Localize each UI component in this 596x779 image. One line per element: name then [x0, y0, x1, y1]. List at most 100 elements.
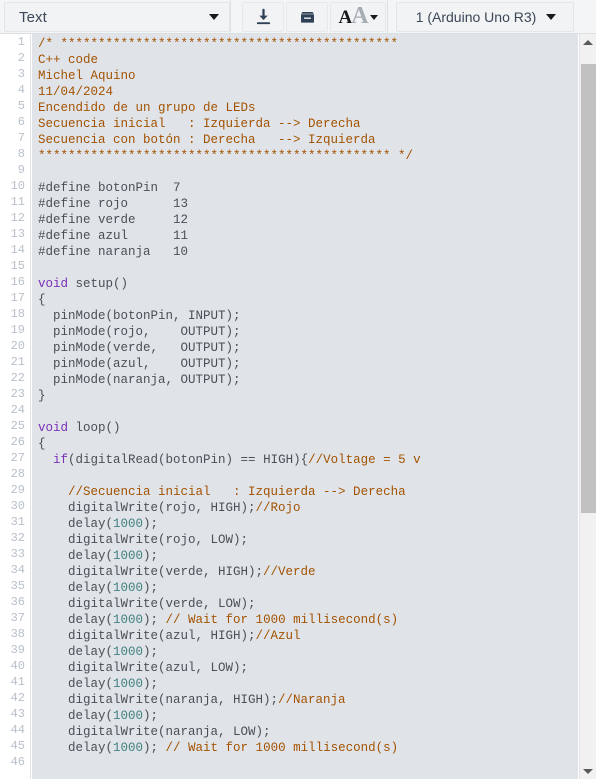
code-token-pln: digitalWrite(verde, HIGH); — [38, 565, 264, 579]
code-token-kw: void — [38, 421, 69, 435]
code-line: 11/04/2024 — [38, 85, 113, 99]
code-line: void setup() — [38, 277, 128, 291]
download-icon — [256, 8, 270, 24]
source-code[interactable]: /* *************************************… — [32, 34, 578, 756]
archive-button[interactable] — [286, 2, 328, 32]
line-number: 6 — [17, 115, 25, 129]
line-number: 15 — [10, 259, 25, 273]
code-line: void loop() — [38, 421, 121, 435]
code-line: ****************************************… — [38, 149, 413, 163]
code-line: pinMode(naranja, OUTPUT); — [38, 373, 241, 387]
code-line: { — [38, 293, 46, 307]
line-number: 12 — [10, 211, 25, 225]
code-token-pln: } — [38, 389, 46, 403]
code-token-kw: if — [53, 453, 69, 467]
triangle-down-icon — [583, 768, 593, 774]
code-token-pln: delay( — [38, 645, 114, 659]
chevron-down-icon — [209, 14, 219, 20]
line-number: 11 — [10, 195, 25, 209]
code-token-pln: delay( — [38, 581, 114, 595]
line-number: 40 — [10, 659, 25, 673]
code-token-pln: digitalWrite(verde, LOW); — [38, 597, 256, 611]
line-number: 22 — [10, 371, 25, 385]
line-number: 1 — [17, 35, 25, 49]
code-token-pln: delay( — [38, 741, 114, 755]
code-token-pln: digitalWrite(rojo, LOW); — [38, 533, 249, 547]
code-token-pln: digitalWrite(naranja, HIGH); — [38, 693, 279, 707]
download-button[interactable] — [242, 2, 284, 32]
line-number: 4 — [17, 83, 25, 97]
line-number-gutter: 1 2 3 4 5 6 7 8 9 10 11 12 13 14 15 16 17 18 19 20 21 22 23 24 2… — [0, 34, 31, 779]
code-line: #define verde 12 — [38, 213, 188, 227]
line-number: 42 — [10, 691, 25, 705]
line-number: 34 — [10, 563, 25, 577]
code-line: #define azul 11 — [38, 229, 188, 243]
code-line: pinMode(azul, OUTPUT); — [38, 357, 241, 371]
code-line: #define rojo 13 — [38, 197, 188, 211]
code-line: digitalWrite(verde, HIGH);//Verde — [38, 565, 316, 579]
code-token-cmt: // Wait for 1000 millisecond(s) — [165, 613, 399, 627]
line-number: 17 — [10, 291, 25, 305]
code-token-pln: pinMode(botonPin, INPUT); — [38, 309, 241, 323]
scrollbar-thumb[interactable] — [581, 64, 596, 514]
code-token-num: 1000 — [113, 741, 144, 755]
line-number: 43 — [10, 707, 25, 721]
toolbar: Text AA 1 (Arduino Uno R3) — [0, 0, 596, 34]
vertical-scrollbar[interactable] — [579, 34, 596, 779]
code-token-cmt: // Wait for 1000 millisecond(s) — [165, 741, 399, 755]
code-token-cmt: //Azul — [255, 629, 301, 643]
code-editor[interactable]: 1 2 3 4 5 6 7 8 9 10 11 12 13 14 15 16 17 18 19 20 21 22 23 24 2… — [0, 34, 596, 779]
board-select[interactable]: 1 (Arduino Uno R3) — [396, 2, 574, 32]
format-select[interactable]: Text — [4, 2, 230, 32]
code-token-pln: #define botonPin 7 — [38, 181, 181, 195]
code-line: digitalWrite(azul, LOW); — [38, 661, 248, 675]
line-number: 24 — [10, 403, 25, 417]
line-number: 26 — [10, 435, 25, 449]
board-select-value: 1 (Arduino Uno R3) — [415, 9, 537, 25]
code-line: digitalWrite(verde, LOW); — [38, 597, 256, 611]
code-token-pln: pinMode(verde, OUTPUT); — [38, 341, 241, 355]
code-token-cmt: //Verde — [263, 565, 316, 579]
code-line: Secuencia con botón : Derecha --> Izquie… — [38, 133, 376, 147]
scroll-down-button[interactable] — [580, 763, 596, 779]
code-line: digitalWrite(naranja, HIGH);//Naranja — [38, 693, 346, 707]
code-line: pinMode(rojo, OUTPUT); — [38, 325, 241, 339]
code-line: /* *************************************… — [38, 37, 398, 51]
scroll-up-button[interactable] — [580, 34, 596, 50]
font-size-button[interactable]: AA — [330, 2, 386, 32]
code-token-num: 1000 — [113, 517, 144, 531]
line-number: 46 — [10, 755, 25, 769]
line-number: 45 — [10, 739, 25, 753]
code-pane[interactable]: /* *************************************… — [32, 34, 578, 779]
code-token-pln: #define rojo 13 — [38, 197, 189, 211]
code-token-pln: delay( — [38, 517, 114, 531]
code-line: digitalWrite(rojo, LOW); — [38, 533, 248, 547]
code-line: delay(1000); — [38, 645, 158, 659]
code-line: delay(1000); // Wait for 1000 millisecon… — [38, 613, 398, 627]
code-token-num: 1000 — [113, 645, 144, 659]
code-token-pln: digitalWrite(azul, HIGH); — [38, 629, 256, 643]
line-number: 7 — [17, 131, 25, 145]
code-token-pln: digitalWrite(naranja, LOW); — [38, 725, 271, 739]
code-line: Encendido de un grupo de LEDs — [38, 101, 256, 115]
code-line: { — [38, 437, 46, 451]
code-line: delay(1000); — [38, 549, 158, 563]
line-number: 2 — [17, 51, 25, 65]
code-token-pln: #define verde 12 — [38, 213, 189, 227]
line-number: 16 — [10, 275, 25, 289]
code-line: Michel Aquino — [38, 69, 136, 83]
code-token-pln: ); — [143, 549, 159, 563]
font-size-icon: AA — [338, 4, 368, 28]
line-number: 28 — [10, 467, 25, 481]
code-line: delay(1000); // Wait for 1000 millisecon… — [38, 741, 398, 755]
code-line: if(digitalRead(botonPin) == HIGH){//Volt… — [38, 453, 421, 467]
line-number: 38 — [10, 627, 25, 641]
line-number: 18 — [10, 307, 25, 321]
line-number: 10 — [10, 179, 25, 193]
code-token-num: 1000 — [113, 613, 144, 627]
toolbar-group-actions: AA — [241, 0, 388, 33]
line-number: 31 — [10, 515, 25, 529]
archive-box-icon — [300, 11, 314, 23]
line-number: 36 — [10, 595, 25, 609]
code-line: pinMode(verde, OUTPUT); — [38, 341, 241, 355]
